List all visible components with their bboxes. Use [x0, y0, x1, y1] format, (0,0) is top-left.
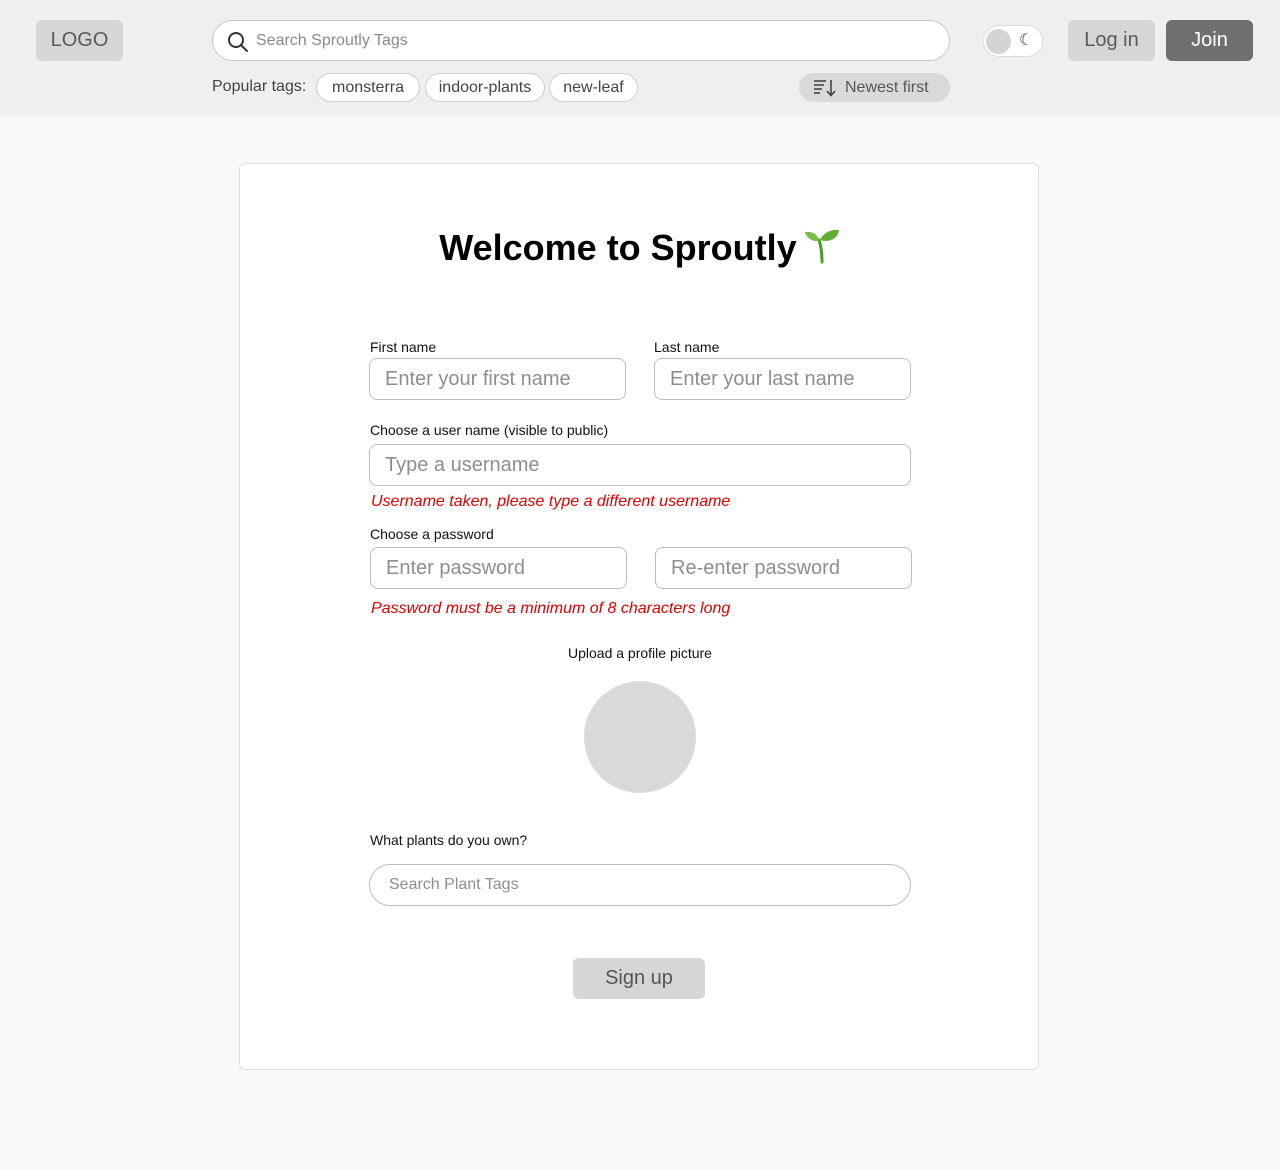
sprout-icon	[804, 229, 839, 264]
page-title: Welcome to Sproutly	[240, 227, 1040, 269]
signup-card: Welcome to Sproutly First name Enter you…	[239, 163, 1039, 1070]
avatar-upload-label: Upload a profile picture	[568, 645, 712, 661]
password-confirm-input[interactable]: Re-enter password	[655, 547, 912, 589]
username-input[interactable]: Type a username	[369, 444, 911, 486]
toggle-knob	[986, 29, 1011, 54]
popular-tags-label: Popular tags:	[212, 78, 307, 95]
sort-label: Newest first	[845, 79, 929, 96]
avatar-upload[interactable]	[584, 681, 696, 793]
sort-icon	[814, 80, 836, 97]
moon-icon: ☾	[1019, 32, 1034, 49]
signup-button[interactable]: Sign up	[573, 958, 705, 999]
theme-toggle[interactable]: ☾	[983, 25, 1043, 57]
logo[interactable]: LOGO	[36, 20, 123, 61]
username-label: Choose a user name (visible to public)	[370, 422, 609, 438]
first-name-input[interactable]: Enter your first name	[369, 358, 626, 400]
password-error: Password must be a minimum of 8 characte…	[371, 600, 731, 617]
top-bar: LOGO Search Sproutly Tags ☾ Log in Join …	[0, 0, 1280, 116]
tag-monsterra[interactable]: monsterra	[316, 73, 420, 102]
password-input[interactable]: Enter password	[370, 547, 627, 589]
sort-dropdown[interactable]: Newest first	[799, 73, 950, 102]
username-error: Username taken, please type a different …	[371, 493, 731, 510]
search-placeholder: Search Sproutly Tags	[256, 32, 408, 49]
password-label: Choose a password	[370, 526, 494, 542]
last-name-label: Last name	[654, 339, 720, 355]
tag-search-input[interactable]: Search Sproutly Tags	[212, 20, 950, 61]
tag-new-leaf[interactable]: new-leaf	[549, 73, 638, 102]
plants-label: What plants do you own?	[370, 832, 528, 848]
first-name-label: First name	[370, 339, 437, 355]
title-text: Welcome to Sproutly	[439, 227, 797, 268]
plant-tags-search-input[interactable]: Search Plant Tags	[369, 864, 911, 906]
join-button[interactable]: Join	[1166, 20, 1253, 61]
last-name-input[interactable]: Enter your last name	[654, 358, 911, 400]
tag-indoor-plants[interactable]: indoor-plants	[425, 73, 545, 102]
search-icon	[228, 32, 248, 52]
login-button[interactable]: Log in	[1068, 20, 1155, 61]
